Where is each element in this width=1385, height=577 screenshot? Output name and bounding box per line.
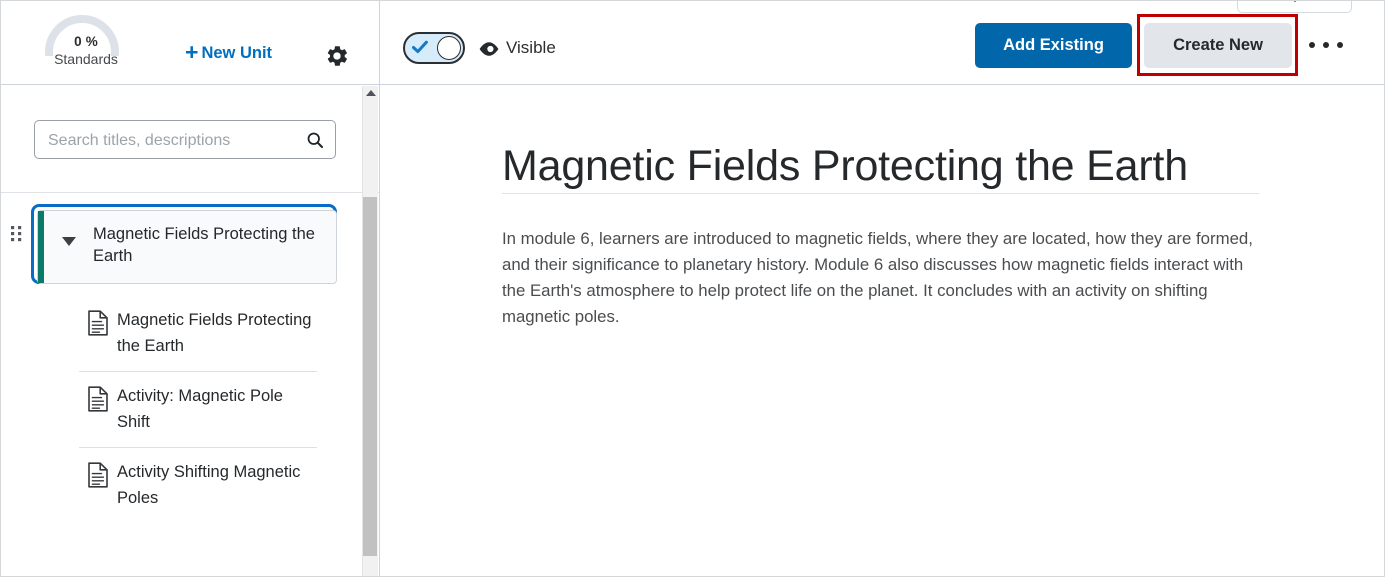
collapsed-dropdown-card[interactable] xyxy=(1237,1,1352,13)
visibility-toggle[interactable] xyxy=(403,32,465,64)
search-input[interactable] xyxy=(46,121,300,160)
create-new-button[interactable]: Create New xyxy=(1144,23,1292,68)
kebab-menu-icon[interactable] xyxy=(1309,37,1343,53)
list-item[interactable]: Activity Shifting Magnetic Poles xyxy=(79,448,317,524)
title-divider xyxy=(502,193,1259,194)
document-icon xyxy=(87,310,109,336)
unit-row-selected[interactable]: Magnetic Fields Protecting the Earth xyxy=(31,204,337,284)
list-item[interactable]: Activity: Magnetic Pole Shift xyxy=(79,372,317,448)
unit-title: Magnetic Fields Protecting the Earth xyxy=(93,225,315,265)
sidebar-scrollbar-thumb[interactable] xyxy=(363,197,377,556)
list-item[interactable]: Magnetic Fields Protecting the Earth xyxy=(79,296,317,372)
document-icon xyxy=(87,386,109,412)
list-item-label: Magnetic Fields Protecting the Earth xyxy=(117,311,312,355)
main-panel: Visible Add Existing Create New Magnetic… xyxy=(380,1,1384,576)
search-box[interactable] xyxy=(34,120,336,160)
list-item-label: Activity Shifting Magnetic Poles xyxy=(117,463,301,507)
unit-description: In module 6, learners are introduced to … xyxy=(502,228,1253,326)
plus-icon: + xyxy=(185,39,199,65)
sidebar-header: 0 % Standards + New Unit xyxy=(1,1,379,85)
check-icon xyxy=(411,38,429,56)
main-content: Magnetic Fields Protecting the Earth In … xyxy=(380,85,1384,576)
add-existing-button[interactable]: Add Existing xyxy=(975,23,1132,68)
list-item-label: Activity: Magnetic Pole Shift xyxy=(117,387,283,431)
main-header: Visible Add Existing Create New xyxy=(380,1,1384,85)
standards-gauge: 0 % Standards xyxy=(41,9,131,73)
unit-tree: Magnetic Fields Protecting the Earth Mag… xyxy=(1,193,379,576)
sidebar: 0 % Standards + New Unit Search titles, … xyxy=(1,1,379,576)
unit-row-inner: Magnetic Fields Protecting the Earth xyxy=(37,210,337,284)
course-builder-app: 0 % Standards + New Unit Search titles, … xyxy=(0,0,1385,577)
document-icon xyxy=(87,462,109,488)
new-unit-label: New Unit xyxy=(201,44,273,62)
visibility-label: Visible xyxy=(506,38,556,57)
scroll-up-arrow-icon[interactable] xyxy=(366,90,376,96)
standards-label: Standards xyxy=(54,51,118,67)
search-icon[interactable] xyxy=(305,130,325,150)
unit-accent-bar xyxy=(38,211,44,283)
chevron-down-icon xyxy=(1283,1,1307,3)
caret-down-icon[interactable] xyxy=(62,237,76,246)
page-title: Magnetic Fields Protecting the Earth xyxy=(502,141,1188,190)
toggle-knob xyxy=(437,36,461,60)
gear-icon[interactable] xyxy=(324,43,350,69)
new-unit-button[interactable]: + New Unit xyxy=(185,39,273,65)
eye-icon xyxy=(478,41,500,57)
standards-percent: 0 % xyxy=(74,34,98,49)
sidebar-search-zone xyxy=(1,85,379,193)
drag-handle-icon[interactable] xyxy=(9,225,25,247)
